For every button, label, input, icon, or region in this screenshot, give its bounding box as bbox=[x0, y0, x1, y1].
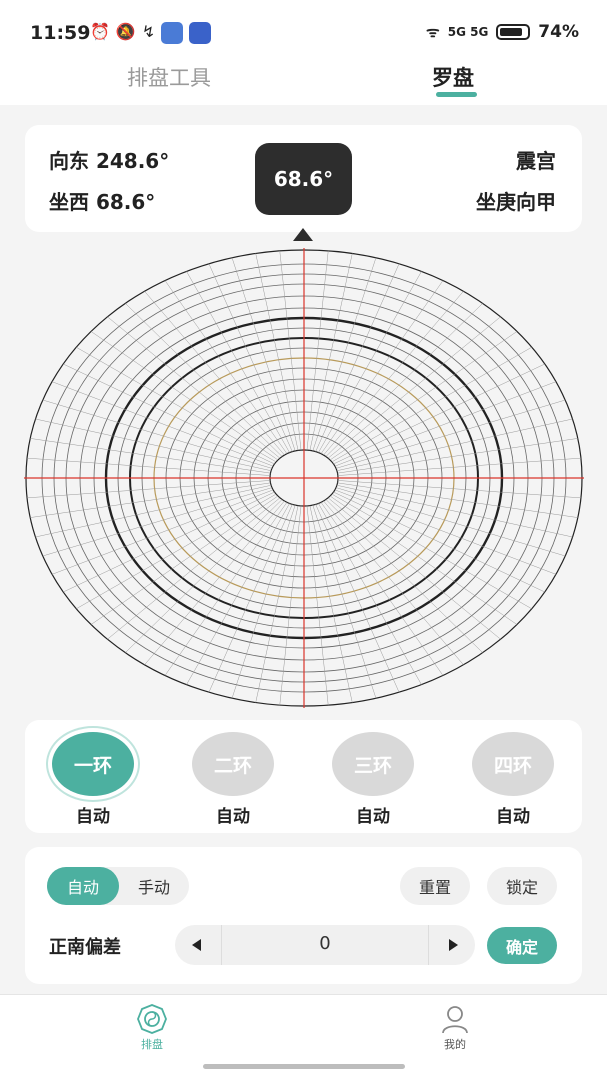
deviation-stepper: 0 bbox=[175, 925, 475, 965]
ring-1-mode: 自动 bbox=[76, 807, 110, 827]
status-icons: ⏰ 🔕 ↯ bbox=[90, 22, 212, 44]
ring-4-mode: 自动 bbox=[496, 807, 530, 827]
signal-icon: 5G 5G bbox=[447, 25, 489, 39]
nav-paipan[interactable] bbox=[112, 1004, 192, 1038]
nav-mine-label: 我的 bbox=[444, 1038, 466, 1051]
status-bar: 11:59 ⏰ 🔕 ↯ ᯤ 5G 5G 74% bbox=[0, 0, 607, 60]
ring-3-button[interactable]: 三环 bbox=[332, 732, 414, 796]
mode-manual-button[interactable]: 手动 bbox=[119, 867, 189, 905]
top-tabs: 排盘工具 罗盘 bbox=[0, 60, 607, 105]
reset-button[interactable]: 重置 bbox=[400, 867, 470, 905]
mode-auto-button[interactable]: 自动 bbox=[47, 867, 119, 905]
arrow-left-icon bbox=[192, 939, 201, 951]
app-notification-icon-2 bbox=[189, 22, 212, 44]
app-notification-icon bbox=[161, 22, 184, 44]
user-icon bbox=[442, 1006, 468, 1034]
battery-level: 74% bbox=[538, 22, 579, 42]
nav-mine[interactable] bbox=[415, 1004, 495, 1038]
luopan-compass-dial[interactable] bbox=[24, 248, 584, 708]
lock-button[interactable]: 锁定 bbox=[487, 867, 557, 905]
status-time: 11:59 bbox=[30, 22, 91, 44]
tab-compass[interactable]: 罗盘 bbox=[432, 62, 474, 92]
ring-3-mode: 自动 bbox=[356, 807, 390, 827]
mute-icon: 🔕 bbox=[115, 22, 136, 41]
tab-paipan-tools[interactable]: 排盘工具 bbox=[127, 62, 211, 92]
increment-button[interactable] bbox=[429, 925, 475, 965]
decrement-button[interactable] bbox=[175, 925, 221, 965]
ring-2-button[interactable]: 二环 bbox=[192, 732, 274, 796]
ring-1-button[interactable]: 一环 bbox=[52, 732, 134, 796]
missed-call-icon: ↯ bbox=[141, 22, 156, 41]
heading-pointer bbox=[293, 228, 313, 241]
sitting-direction: 坐西 68.6° bbox=[49, 190, 156, 214]
ring-4-button[interactable]: 四环 bbox=[472, 732, 554, 796]
bagua-icon bbox=[137, 1004, 167, 1034]
facing-direction: 向东 248.6° bbox=[49, 149, 170, 173]
alarm-icon: ⏰ bbox=[90, 22, 110, 41]
arrow-right-icon bbox=[449, 939, 458, 951]
status-right: ᯤ 5G 5G 74% bbox=[426, 22, 579, 42]
deviation-value[interactable]: 0 bbox=[222, 933, 428, 954]
active-tab-indicator bbox=[436, 92, 477, 97]
wifi-icon: ᯤ bbox=[426, 23, 440, 41]
ring-2-mode: 自动 bbox=[216, 807, 250, 827]
palace-label: 震宫 bbox=[516, 149, 556, 173]
south-deviation-label: 正南偏差 bbox=[49, 937, 121, 958]
battery-icon bbox=[496, 24, 531, 40]
nav-paipan-label: 排盘 bbox=[141, 1038, 163, 1051]
confirm-button[interactable]: 确定 bbox=[487, 927, 557, 964]
heading-readout: 68.6° bbox=[255, 143, 352, 215]
home-indicator[interactable] bbox=[203, 1064, 405, 1069]
mountain-label: 坐庚向甲 bbox=[476, 190, 556, 214]
